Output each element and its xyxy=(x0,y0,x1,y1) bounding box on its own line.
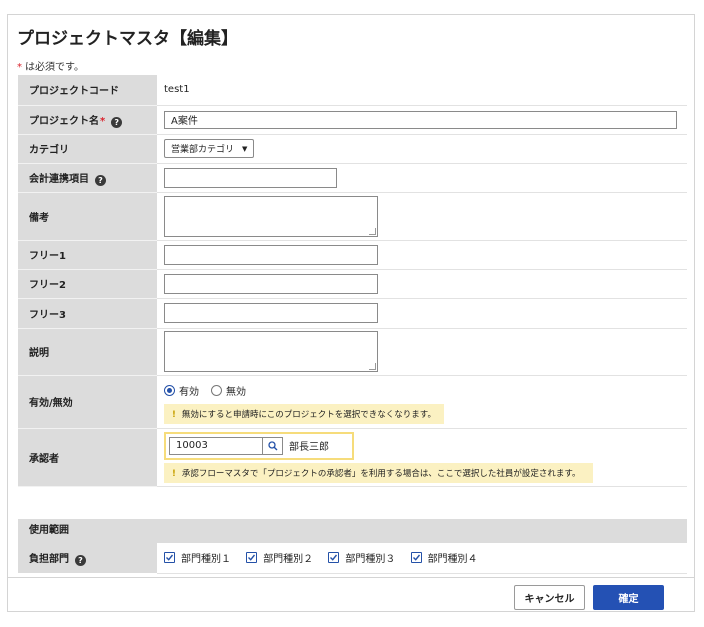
confirm-button[interactable]: 確定 xyxy=(593,585,664,610)
help-icon[interactable]: ? xyxy=(95,174,106,186)
approver-search-button[interactable] xyxy=(263,436,283,455)
row-description: 説明 xyxy=(18,328,687,376)
page-title: プロジェクトマスタ【編集】 xyxy=(17,29,238,49)
project-code-value: test1 xyxy=(164,84,190,96)
radio-active[interactable] xyxy=(164,384,175,396)
status-notice-text: 無効にすると申請時にこのプロジェクトを選択できなくなります。 xyxy=(181,410,436,420)
resize-grip-icon[interactable] xyxy=(369,227,376,235)
check-icon xyxy=(410,552,422,564)
row-free3: フリー3 xyxy=(18,298,687,329)
status-notice: ! 無効にすると申請時にこのプロジェクトを選択できなくなります。 xyxy=(164,404,444,424)
project-form: プロジェクトコード test1 プロジェクト名*? カテゴリ 営業部カテゴリ▼ … xyxy=(18,75,687,487)
help-icon[interactable]: ? xyxy=(75,555,86,566)
dept-checkbox-3-label: 部門種別３ xyxy=(345,554,396,566)
accounting-item-label: 会計連携項目? xyxy=(18,163,157,193)
remarks-textarea[interactable] xyxy=(164,195,378,237)
check-icon xyxy=(164,552,175,564)
approver-highlight: 部長三郎 xyxy=(164,431,354,460)
category-label: カテゴリ xyxy=(18,134,157,164)
cancel-button[interactable]: キャンセル xyxy=(514,585,585,610)
row-departments: 負担部門? 部門種別１ 部門種別２ 部門種別３ 部門種別４ xyxy=(18,543,687,574)
approver-label: 承認者 xyxy=(18,428,157,487)
category-select[interactable]: 営業部カテゴリ ▼ xyxy=(164,139,255,158)
description-textarea[interactable] xyxy=(164,331,378,372)
dept-checkbox-4-label: 部門種別４ xyxy=(427,554,478,566)
remarks-label: 備考 xyxy=(18,192,157,241)
row-free1: フリー1 xyxy=(18,240,687,270)
required-note-text: は必須です。 xyxy=(25,62,84,73)
project-code-label: プロジェクトコード xyxy=(18,75,157,106)
dept-checkbox-2-label: 部門種別２ xyxy=(263,554,314,566)
accounting-item-label-text: 会計連携項目 xyxy=(29,173,89,185)
row-approver: 承認者 部長三郎 ! 承認フローマスタで「プロジェクトの承認者」を利用する場合は、… xyxy=(18,428,687,487)
project-master-edit-panel: プロジェクトマスタ【編集】 * は必須です。 プロジェクトコード test1 プロ… xyxy=(7,14,695,612)
radio-active-label: 有効 xyxy=(179,386,199,398)
row-project-name: プロジェクト名*? xyxy=(18,105,687,135)
usage-scope-header: 使用範囲 xyxy=(18,519,687,543)
category-selected: 営業部カテゴリ xyxy=(171,145,235,155)
row-status: 有効/無効 有効 無効 ! 無効にすると申請時にこのプロジェクトを選択できなくなり… xyxy=(18,375,687,429)
description-label: 説明 xyxy=(18,328,157,376)
dept-checkbox-2[interactable]: 部門種別２ xyxy=(246,550,313,565)
project-name-label-text: プロジェクト名 xyxy=(29,115,99,127)
approver-name: 部長三郎 xyxy=(289,442,329,453)
radio-inactive[interactable] xyxy=(211,384,222,396)
resize-grip-icon[interactable] xyxy=(369,363,376,370)
project-name-label: プロジェクト名*? xyxy=(18,105,157,135)
dept-checkbox-4[interactable]: 部門種別４ xyxy=(410,550,478,566)
free2-input[interactable] xyxy=(164,273,378,294)
row-free2: フリー2 xyxy=(18,269,687,299)
accounting-item-input[interactable] xyxy=(164,167,337,188)
required-note: * は必須です。 xyxy=(17,58,84,73)
exclamation-icon: ! xyxy=(172,410,176,420)
help-icon[interactable]: ? xyxy=(111,116,123,128)
approver-notice: ! 承認フローマスタで「プロジェクトの承認者」を利用する場合は、ここで選択した社員… xyxy=(164,462,593,483)
approver-code-input[interactable] xyxy=(169,436,263,455)
project-name-input[interactable] xyxy=(164,110,677,129)
status-label: 有効/無効 xyxy=(18,375,157,429)
check-icon xyxy=(328,552,340,564)
row-project-code: プロジェクトコード test1 xyxy=(18,75,687,106)
dept-checkbox-3[interactable]: 部門種別３ xyxy=(328,550,395,565)
dept-checkbox-1[interactable]: 部門種別１ xyxy=(164,550,231,565)
caret-down-icon: ▼ xyxy=(242,144,248,153)
row-remarks: 備考 xyxy=(18,192,687,241)
approver-notice-text: 承認フローマスタで「プロジェクトの承認者」を利用する場合は、ここで選択した社員が… xyxy=(181,468,581,479)
exclamation-icon: ! xyxy=(172,468,176,479)
status-radio-group: 有効 無効 xyxy=(164,382,687,398)
dept-label-text: 負担部門 xyxy=(29,554,69,565)
free3-label: フリー3 xyxy=(18,298,157,329)
required-star: * xyxy=(100,115,106,127)
check-icon xyxy=(246,552,258,564)
free2-label: フリー2 xyxy=(18,269,157,299)
required-star: * xyxy=(17,62,22,73)
usage-scope-table: 負担部門? 部門種別１ 部門種別２ 部門種別３ 部門種別４ xyxy=(18,543,687,574)
dept-checkbox-1-label: 部門種別１ xyxy=(181,554,231,566)
dept-label: 負担部門? xyxy=(18,543,157,573)
row-accounting-item: 会計連携項目? xyxy=(18,163,687,193)
free1-label: フリー1 xyxy=(18,240,157,270)
free3-input[interactable] xyxy=(164,303,378,323)
row-category: カテゴリ 営業部カテゴリ ▼ xyxy=(18,134,687,164)
radio-inactive-label: 無効 xyxy=(226,386,246,398)
search-icon xyxy=(267,440,277,450)
footer-divider xyxy=(8,577,694,578)
free1-input[interactable] xyxy=(164,244,378,265)
